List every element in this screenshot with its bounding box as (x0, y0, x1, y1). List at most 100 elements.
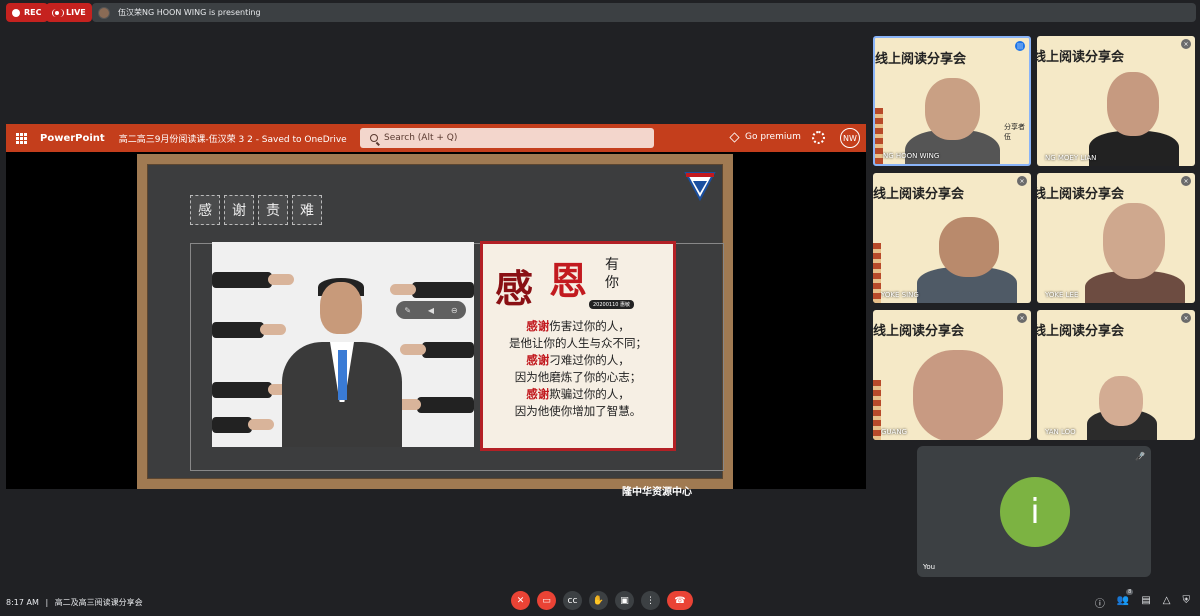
mic-off-icon: ✕ (516, 595, 525, 606)
presenting-banner: 伍汉荣NG HOON WING is presenting (92, 3, 1196, 22)
card-line: 是他让你的人生与众不同； (509, 336, 647, 350)
activities-icon[interactable]: △ (1163, 595, 1171, 610)
bottom-bar: 8:17 AM | 高二及高三阅读课分享会 ✕ ▭ cc ✋ ▣ ⋮ ☎ ⓘ 👥… (0, 588, 1200, 616)
more-options-button[interactable]: ⋮ (641, 591, 660, 610)
muted-mic-icon: × (1181, 313, 1191, 323)
captions-button[interactable]: cc (563, 591, 582, 610)
meeting-info: 8:17 AM | 高二及高三阅读课分享会 (6, 597, 143, 608)
hang-up-icon: ☎ (674, 595, 686, 606)
search-box[interactable]: Search (Alt + Q) (360, 128, 654, 148)
more-vert-icon: ⋮ (646, 595, 655, 606)
card-line: 感谢欺骗过你的人， (526, 387, 630, 401)
speaking-indicator-icon: ||| (1015, 41, 1025, 51)
leave-call-button[interactable]: ☎ (667, 591, 693, 610)
hand-icon: ✋ (592, 595, 605, 606)
premium-label: Go premium (745, 132, 801, 142)
go-premium-button[interactable]: Go premium (729, 131, 801, 143)
powerpoint-toolbar: PowerPoint 高二高三9月份阅读课-伍汉荣 3 2 - Saved to… (6, 124, 866, 152)
search-placeholder: Search (Alt + Q) (384, 133, 458, 143)
top-bar: REC LIVE 伍汉荣NG HOON WING is presenting (0, 0, 1200, 26)
card-date: 20200110 惠敏 (589, 300, 635, 309)
live-stream-icon (52, 8, 64, 17)
presentation-stage: PowerPoint 高二高三9月份阅读课-伍汉荣 3 2 - Saved to… (6, 124, 866, 498)
document-title[interactable]: 高二高三9月份阅读课-伍汉荣 3 2 - Saved to OneDrive (119, 132, 347, 145)
participant-face (939, 217, 999, 277)
tile-banner: 线上阅读分享会 (1037, 324, 1125, 339)
participant-tile[interactable]: 线上阅读分享会 × YAN LOO (1037, 310, 1195, 440)
host-controls-icon[interactable]: ⛨ (1183, 595, 1191, 610)
rec-badge[interactable]: REC (6, 3, 48, 22)
chalkboard: 感 谢 责 难 ✎ ◀ ⊖ 感 恩 有你 20200110 惠敏 感谢伤害过你的… (147, 164, 724, 498)
chat-icon[interactable]: ▤ (1141, 595, 1150, 610)
rec-label: REC (24, 8, 42, 17)
search-icon (370, 134, 378, 142)
participant-tile[interactable]: 线上阅读分享会 分享者伍 ||| NG HOON WING (873, 36, 1031, 166)
presenting-text: 伍汉荣NG HOON WING is presenting (118, 8, 261, 17)
powerpoint-app-name[interactable]: PowerPoint (40, 133, 105, 144)
gratitude-card: 感 恩 有你 20200110 惠敏 感谢伤害过你的人， 是他让你的人生与众不同… (480, 241, 676, 451)
record-icon (12, 8, 20, 17)
banner-decoration (875, 108, 883, 164)
camera-toggle-button[interactable]: ▭ (537, 591, 556, 610)
pointer-icon[interactable]: ✎ (404, 306, 411, 315)
tile-banner: 线上阅读分享会 (873, 324, 965, 339)
raise-hand-button[interactable]: ✋ (589, 591, 608, 610)
camera-off-icon: ▭ (542, 595, 551, 606)
card-line: 因为他磨炼了你的心志； (514, 370, 642, 384)
captions-icon: cc (567, 595, 578, 606)
info-icon[interactable]: ⓘ (1095, 595, 1105, 610)
school-logo (684, 172, 716, 201)
live-label: LIVE (66, 8, 86, 17)
participant-tile[interactable]: 线上阅读分享会 × GUANG (873, 310, 1031, 440)
meet-window: REC LIVE 伍汉荣NG HOON WING is presenting P… (0, 0, 1200, 616)
participant-name: YOKE SING (881, 291, 919, 299)
participant-face (1107, 72, 1159, 136)
tile-banner: 线上阅读分享会 (873, 187, 965, 202)
present-icon: ▣ (620, 595, 629, 606)
banner-decoration (873, 380, 881, 440)
participant-tile[interactable]: 线上阅读分享会 × YOKE LEE (1037, 173, 1195, 303)
muted-mic-icon: × (1181, 39, 1191, 49)
meeting-name[interactable]: 高二及高三阅读课分享会 (55, 598, 143, 607)
slide-canvas: 感 谢 责 难 ✎ ◀ ⊖ 感 恩 有你 20200110 惠敏 感谢伤害过你的… (137, 154, 733, 498)
title-chip: 谢 (224, 195, 254, 225)
card-text: 感谢伤害过你的人， 是他让你的人生与众不同； 感谢刁难过你的人， 因为他磨炼了你… (489, 318, 667, 420)
present-button[interactable]: ▣ (615, 591, 634, 610)
participant-name: GUANG (881, 428, 907, 436)
card-line: 因为他使你增加了智慧。 (514, 404, 642, 418)
app-launcher-icon[interactable] (16, 132, 27, 144)
user-avatar[interactable]: NW (840, 128, 860, 148)
self-avatar: i (1000, 477, 1070, 547)
tile-banner: 线上阅读分享会 (1037, 187, 1125, 202)
participant-face (1103, 203, 1165, 279)
participant-face (925, 78, 980, 140)
mic-toggle-button[interactable]: ✕ (511, 591, 530, 610)
slide-photo (212, 242, 474, 447)
side-panel-controls: ⓘ 👥 8 ▤ △ ⛨ (1095, 589, 1191, 610)
muted-mic-icon: 🎤̸ (1135, 452, 1145, 461)
participant-name: YOKE LEE (1045, 291, 1079, 299)
call-controls: ✕ ▭ cc ✋ ▣ ⋮ ☎ (511, 591, 693, 610)
people-icon[interactable]: 👥 8 (1117, 589, 1134, 610)
slide-media-controls[interactable]: ✎ ◀ ⊖ (396, 301, 466, 319)
card-small-text: 有你 (605, 257, 619, 291)
settings-gear-icon[interactable] (812, 131, 825, 144)
muted-mic-icon: × (1181, 176, 1191, 186)
card-line: 感谢刁难过你的人， (526, 353, 630, 367)
muted-mic-icon: × (1017, 176, 1027, 186)
card-big-char-1: 感 (495, 266, 534, 311)
more-icon[interactable]: ⊖ (451, 306, 458, 315)
tile-side-label: 分享者伍 (1004, 123, 1025, 141)
live-badge[interactable]: LIVE (46, 3, 92, 22)
card-big-char-2: 恩 (549, 258, 588, 303)
separator: | (45, 598, 49, 607)
self-view-tile[interactable]: 🎤̸ i You (917, 446, 1151, 577)
muted-mic-icon: × (1017, 313, 1027, 323)
people-count-badge: 8 (1126, 589, 1134, 595)
participant-tile[interactable]: 线上阅读分享会 × YOKE SING (873, 173, 1031, 303)
title-chip: 难 (292, 195, 322, 225)
participant-tile[interactable]: 线上阅读分享会 × NG MOEY LIAN (1037, 36, 1195, 166)
volume-icon[interactable]: ◀ (428, 306, 434, 315)
participant-face (913, 350, 1003, 440)
participant-name: YAN LOO (1045, 428, 1076, 436)
